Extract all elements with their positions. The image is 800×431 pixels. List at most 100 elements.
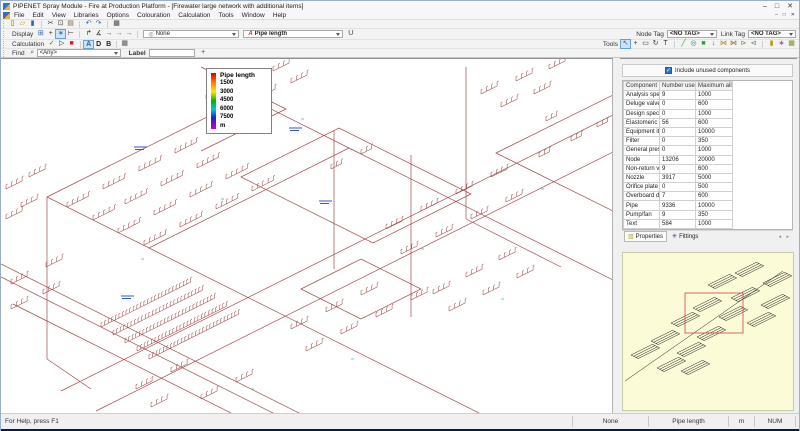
output-d-button[interactable]: D: [94, 41, 103, 48]
arrow-result-icon[interactable]: →: [124, 30, 133, 38]
table-row[interactable]: Filter 0 350: [623, 136, 733, 147]
filter-tool[interactable]: ▮: [767, 40, 776, 48]
label-search-input[interactable]: [148, 49, 195, 57]
redo-icon[interactable]: ↷: [94, 20, 103, 28]
menu-calculation[interactable]: Calculation: [178, 12, 210, 19]
area-select-tool[interactable]: ▭: [641, 40, 650, 48]
calculation-toolbar: Calculation ✓ ▷ ■ ADB ▦ Tools ↖ + ▭ ↻ T ╱ ◎ ■ ↓ ⋈ ⋈ ⊳…: [1, 39, 799, 49]
view-dropdown[interactable]: ◎ None: [143, 30, 240, 38]
schematic-canvas[interactable]: Pipe length 1500 3000 4500 6000 7500 m: [1, 58, 613, 413]
pipe-tool[interactable]: ╱: [679, 40, 688, 48]
arrow-plain-icon[interactable]: →: [104, 30, 113, 38]
zoom-tool[interactable]: ↻: [651, 40, 660, 48]
component-table[interactable]: ComponentNumber usedMaximum all... Analy…: [623, 80, 733, 230]
underline-button[interactable]: U: [346, 30, 355, 38]
menu-libraries[interactable]: Libraries: [74, 12, 99, 19]
table-row[interactable]: General press...01000: [623, 145, 733, 156]
table-cell: 10000: [695, 126, 733, 138]
output-b-button[interactable]: B: [104, 41, 113, 48]
table-row[interactable]: Orifice plate 0 500: [623, 182, 733, 193]
table-row[interactable]: Nozzle 3917 5000: [623, 172, 733, 184]
menu-window[interactable]: Window: [242, 12, 265, 19]
minimize-button[interactable]: –: [763, 2, 767, 11]
elastomeric-valve-tool[interactable]: ↓: [709, 40, 718, 48]
add-search-button[interactable]: +: [199, 49, 208, 57]
equipment-item-tool[interactable]: ▦: [787, 40, 796, 48]
run-calculation-icon[interactable]: ▷: [57, 40, 66, 48]
deluge-valve-tool[interactable]: ⋈: [729, 40, 738, 48]
column-header[interactable]: Component: [623, 80, 660, 92]
menu-colouration[interactable]: Colouration: [137, 12, 170, 19]
maximize-button[interactable]: □: [775, 2, 779, 11]
table-row[interactable]: Analysis spec...91000: [623, 90, 733, 101]
non-return-valve-tool[interactable]: ⋈: [719, 40, 728, 48]
add-node-icon[interactable]: +: [46, 30, 55, 38]
table-row[interactable]: Deluge valve 0 600: [623, 99, 733, 110]
table-row[interactable]: Pump/fan 9 350: [623, 209, 733, 220]
tab-fittings[interactable]: ✳ Fittings: [669, 231, 701, 242]
menu-options[interactable]: Options: [107, 12, 129, 19]
find-any-dropdown[interactable]: <Any>: [36, 49, 121, 57]
table-row[interactable]: Design spec...01000: [623, 108, 733, 119]
menu-view[interactable]: View: [52, 12, 66, 19]
table-row[interactable]: Overboard d...7600: [623, 191, 733, 202]
redraw-icon[interactable]: ↱: [84, 30, 93, 38]
file-toolbar: ▯ ▱ ▮ ✂ ⊡ ▤ ↶ ↷ ▦: [1, 20, 799, 29]
node-tool[interactable]: ■: [699, 40, 708, 48]
output-a-button[interactable]: A: [83, 39, 95, 49]
table-row[interactable]: Node 13206 20000: [623, 154, 733, 165]
overview-minimap[interactable]: [622, 252, 794, 411]
child-restore-button[interactable]: □: [783, 12, 786, 18]
zoom-extents-icon[interactable]: ∗: [55, 29, 67, 39]
toolbar-separator: [674, 40, 675, 48]
table-row[interactable]: Pipe 9336 10000: [623, 200, 733, 211]
delete-results-icon[interactable]: ■: [67, 40, 76, 48]
new-file-icon[interactable]: ▯: [8, 20, 17, 28]
table-row[interactable]: Equipment it...010000: [623, 126, 733, 138]
select-tool[interactable]: ↖: [620, 39, 631, 49]
child-close-button[interactable]: ✕: [791, 12, 795, 18]
open-file-icon[interactable]: ▱: [18, 20, 27, 28]
child-minimize-button[interactable]: –: [775, 12, 778, 18]
grid-icon[interactable]: ⊞: [36, 30, 45, 38]
fit-width-icon[interactable]: ⊢: [66, 30, 75, 38]
column-header[interactable]: Number used: [659, 80, 696, 92]
include-unused-checkbox[interactable]: ✓: [664, 67, 672, 74]
menu-help[interactable]: Help: [273, 12, 286, 19]
tab-properties[interactable]: ▥ Properties: [624, 231, 668, 242]
pipe-length-legend[interactable]: Pipe length 1500 3000 4500 6000 7500 m: [206, 68, 272, 134]
close-button[interactable]: ✕: [787, 2, 793, 11]
check-calculation-icon[interactable]: ✓: [47, 40, 56, 48]
column-header[interactable]: Maximum all...: [695, 80, 733, 92]
orifice-plate-tool[interactable]: ∗: [777, 40, 786, 48]
copy-icon[interactable]: ⊡: [56, 20, 65, 28]
save-icon[interactable]: ▮: [28, 20, 37, 28]
angle-label-icon[interactable]: ∡: [94, 30, 103, 38]
colouration-dropdown[interactable]: A Pipe length: [243, 30, 344, 38]
undo-icon[interactable]: ↶: [84, 20, 93, 28]
pump-tool[interactable]: ⊳: [739, 40, 748, 48]
table-row[interactable]: Non-return v...9600: [623, 163, 733, 174]
table-cell: 0: [659, 108, 696, 119]
cut-icon[interactable]: ✂: [46, 20, 55, 28]
tab-scroll-arrows[interactable]: ◂ ▸: [779, 234, 791, 240]
print-icon[interactable]: ▦: [112, 20, 121, 28]
table-row[interactable]: Text 584 1000: [623, 218, 733, 230]
report-grid-icon[interactable]: ▦: [120, 40, 129, 48]
nozzle-tool[interactable]: ◎: [689, 40, 698, 48]
arrow-flow-icon[interactable]: →: [114, 30, 123, 38]
spec-break-tool[interactable]: ⊲: [749, 40, 758, 48]
table-cell: Pipe: [623, 200, 660, 211]
pan-tool[interactable]: +: [631, 40, 640, 48]
link-tag-dropdown[interactable]: <NO TAG>: [748, 30, 796, 38]
paste-icon[interactable]: ▤: [66, 20, 75, 28]
menu-tools[interactable]: Tools: [218, 12, 233, 19]
app-icon: [3, 2, 10, 10]
properties-grid-icon: ▥: [628, 234, 634, 240]
include-unused-row[interactable]: ✓ Include unused components: [622, 64, 793, 77]
table-row[interactable]: Elastomeric v...56600: [623, 117, 733, 128]
menu-file[interactable]: File: [14, 12, 24, 19]
menu-edit[interactable]: Edit: [32, 12, 43, 19]
text-tool[interactable]: T: [661, 40, 670, 48]
node-tag-dropdown[interactable]: <NO TAG>: [666, 30, 717, 38]
